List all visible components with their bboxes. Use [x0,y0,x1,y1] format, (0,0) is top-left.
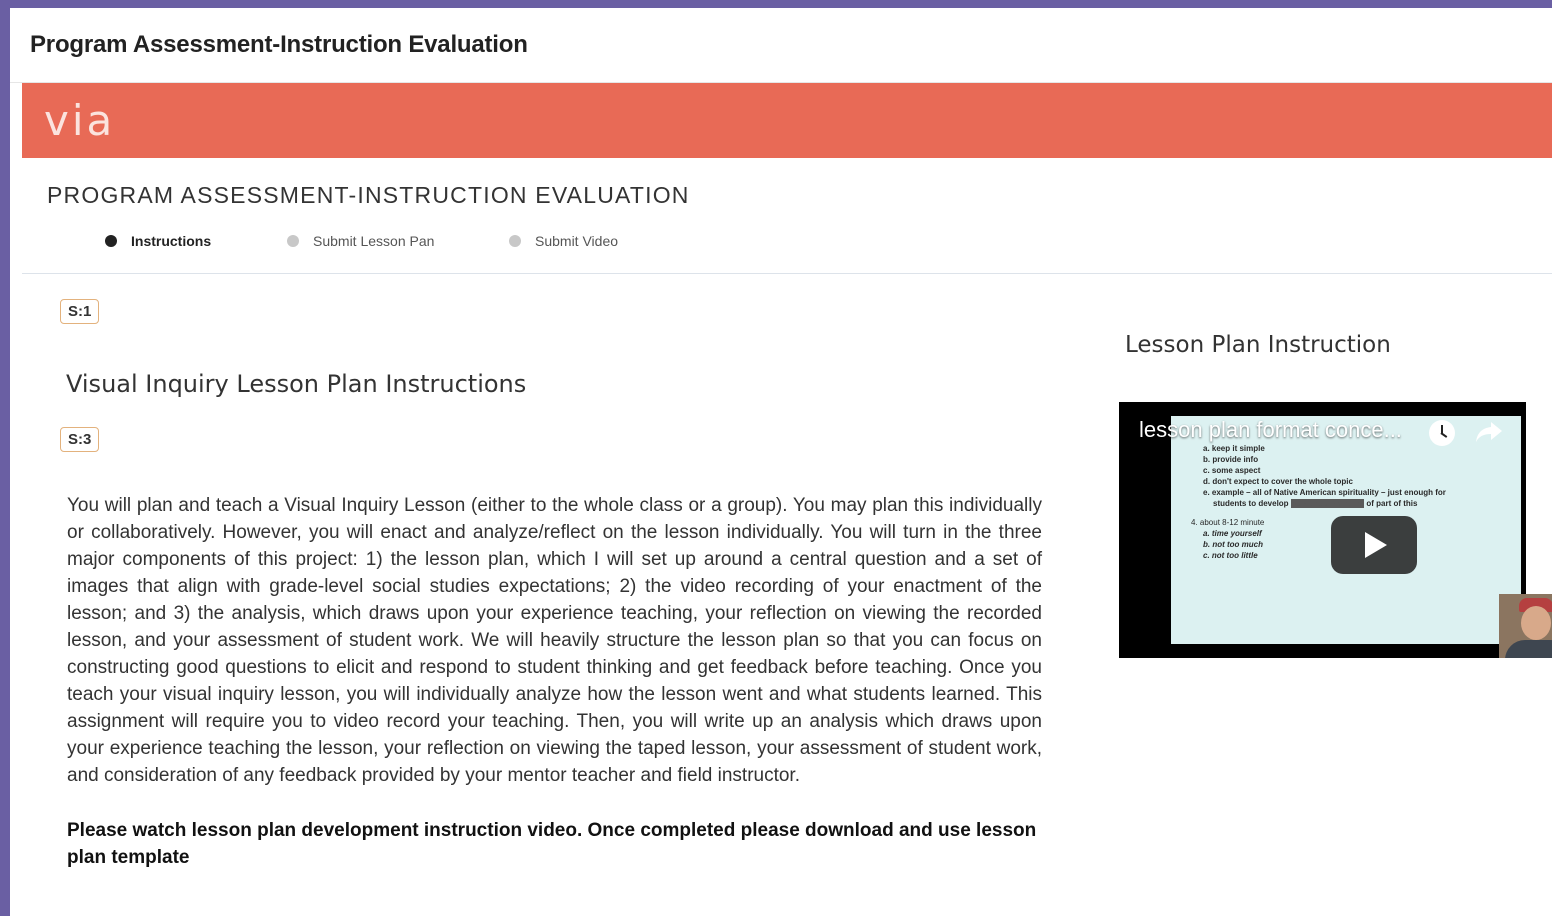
lesson-instructions-text: You will plan and teach a Visual Inquiry… [67,495,1042,786]
video-section-title: Lesson Plan Instruction [1125,332,1391,358]
via-logo[interactable]: via [44,99,115,142]
section-header: PROGRAM ASSESSMENT-INSTRUCTION EVALUATIO… [22,158,1552,274]
step-label: Submit Video [535,233,619,249]
brand-bar: via [22,83,1552,158]
lesson-note-text: Please watch lesson plan development ins… [67,820,1037,868]
slide-line: e. example – all of Native American spir… [1203,488,1446,497]
video-thumbnail-slide: a. keep it simple b. provide info c. som… [1171,416,1552,658]
play-icon[interactable] [1331,516,1417,574]
section-tag-s3: S:3 [60,427,100,452]
presenter-shirt [1505,640,1552,658]
section-tag-s1: S:1 [60,299,100,324]
step-label: Submit Lesson Pan [313,233,435,249]
window-title: Program Assessment-Instruction Evaluatio… [30,31,528,58]
active-step-dot-icon [105,235,117,247]
window: Program Assessment-Instruction Evaluatio… [10,8,1552,916]
step-instructions[interactable]: Instructions [105,233,287,249]
slide-line: c. some aspect [1203,466,1261,475]
lesson-heading: Visual Inquiry Lesson Plan Instructions [66,370,527,398]
step-submit-video[interactable]: Submit Video [509,233,618,249]
share-icon[interactable] [1475,420,1503,444]
step-label: Instructions [131,233,212,249]
slide-highlight: new understanding [1290,499,1365,508]
video-player[interactable]: a. keep it simple b. provide info c. som… [1119,402,1552,658]
step-indicator: Instructions Submit Lesson Pan Submit Vi… [47,233,1552,249]
page-content: via PROGRAM ASSESSMENT-INSTRUCTION EVALU… [22,83,1552,916]
slide-line-wrap: students to develop new understanding of… [1191,498,1446,509]
title-bar: Program Assessment-Instruction Evaluatio… [10,8,1552,83]
section-title: PROGRAM ASSESSMENT-INSTRUCTION EVALUATIO… [47,182,690,208]
presenter-head [1521,606,1551,640]
slide-line: students to develop [1213,499,1289,508]
slide-line: b. provide info [1203,455,1259,464]
step-dot-icon [509,235,521,247]
presenter-webcam-thumbnail [1499,594,1552,658]
step-dot-icon [287,235,299,247]
slide-line: a. keep it simple [1203,444,1265,453]
slide-line: d. don't expect to cover the whole topic [1203,477,1353,486]
video-title[interactable]: lesson plan format conce... [1139,417,1402,443]
slide-line: of part of this [1366,499,1418,508]
step-submit-lesson-plan[interactable]: Submit Lesson Pan [287,233,509,249]
watch-later-clock-icon[interactable] [1429,420,1455,446]
